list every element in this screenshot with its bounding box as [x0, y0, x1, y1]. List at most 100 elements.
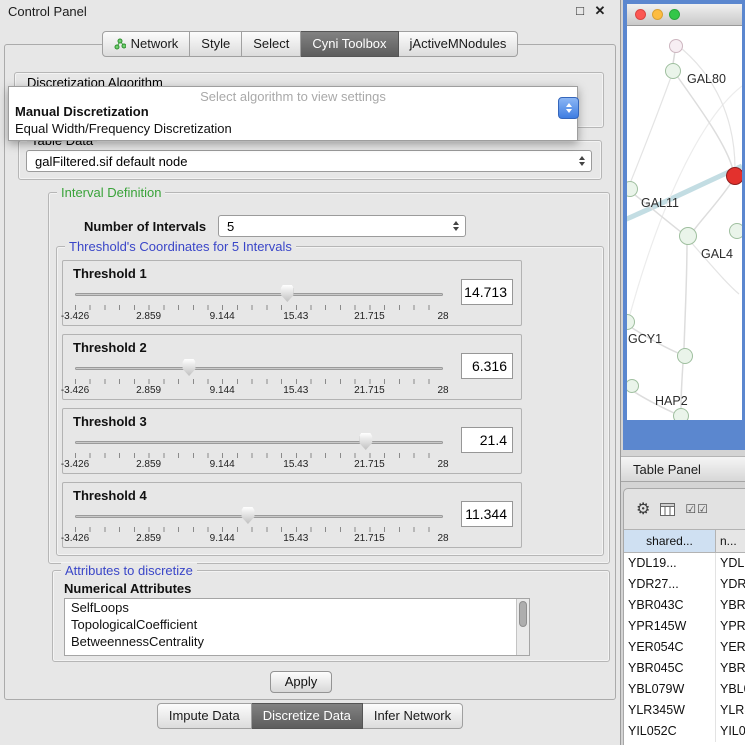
- table-row[interactable]: YLR345W YLR3...: [624, 700, 745, 721]
- table-row[interactable]: YPR145W YPR1...: [624, 616, 745, 637]
- cell[interactable]: YDL1...: [716, 553, 745, 574]
- apply-button[interactable]: Apply: [270, 671, 332, 693]
- close-icon[interactable]: ✕: [592, 3, 608, 19]
- float-window-icon[interactable]: □: [572, 3, 588, 18]
- close-traffic-light-icon[interactable]: [635, 9, 646, 20]
- table-row[interactable]: YDR27... YDR2...: [624, 574, 745, 595]
- select-all-icon[interactable]: ☑☑: [685, 502, 709, 516]
- network-node[interactable]: [729, 223, 742, 239]
- slider-track[interactable]: [75, 293, 443, 296]
- zoom-traffic-light-icon[interactable]: [669, 9, 680, 20]
- threshold-1-value-field[interactable]: 14.713: [461, 279, 513, 305]
- cell[interactable]: YBR045C: [624, 658, 716, 679]
- table-panel-header[interactable]: Table Panel: [621, 456, 745, 482]
- threshold-2-value-field[interactable]: 6.316: [461, 353, 513, 379]
- threshold-1-slider[interactable]: -3.426 2.859 9.144 15.43 21.715 28: [75, 289, 443, 325]
- slider-thumb[interactable]: [359, 433, 372, 450]
- threshold-4-value-field[interactable]: 11.344: [461, 501, 513, 527]
- list-scrollbar[interactable]: [516, 599, 529, 655]
- cell[interactable]: YDR27...: [624, 574, 716, 595]
- tab-infer-network-label: Infer Network: [374, 708, 451, 723]
- table-row[interactable]: YER054C YER0...: [624, 637, 745, 658]
- list-item[interactable]: BetweennessCentrality: [65, 633, 529, 650]
- cell[interactable]: YER054C: [624, 637, 716, 658]
- scale-label: -3.426: [61, 459, 89, 470]
- tab-style[interactable]: Style: [190, 31, 242, 57]
- threshold-2-slider[interactable]: -3.426 2.859 9.144 15.43 21.715 28: [75, 363, 443, 399]
- list-item[interactable]: SelfLoops: [65, 599, 529, 616]
- slider-track[interactable]: [75, 515, 443, 518]
- gear-icon[interactable]: ⚙: [636, 499, 650, 519]
- cell[interactable]: YIL0...: [716, 721, 745, 742]
- threshold-3-slider[interactable]: -3.426 2.859 9.144 15.43 21.715 28: [75, 437, 443, 473]
- number-of-intervals-stepper-icon[interactable]: [449, 221, 465, 231]
- column-header-shared-name[interactable]: shared...: [624, 530, 716, 552]
- network-node[interactable]: [677, 348, 693, 364]
- column-header-name[interactable]: n...: [716, 530, 745, 552]
- table-row[interactable]: YBR045C YBR0...: [624, 658, 745, 679]
- network-view-window: GAL80 GAL11 GAL4 GCY1 HAP2: [623, 0, 745, 450]
- attributes-group-title: Attributes to discretize: [61, 563, 197, 578]
- slider-thumb[interactable]: [183, 359, 196, 376]
- table-row[interactable]: YBL079W YBL0...: [624, 679, 745, 700]
- tab-discretize-data-label: Discretize Data: [263, 708, 351, 723]
- slider-ticks: [75, 527, 443, 532]
- cell[interactable]: YBL0...: [716, 679, 745, 700]
- tab-network-label: Network: [131, 36, 179, 51]
- threshold-4-slider[interactable]: -3.426 2.859 9.144 15.43 21.715 28: [75, 511, 443, 547]
- columns-icon[interactable]: [660, 503, 675, 516]
- list-item[interactable]: TopologicalCoefficient: [65, 616, 529, 633]
- tab-impute-data[interactable]: Impute Data: [157, 703, 252, 729]
- cell[interactable]: YER0...: [716, 637, 745, 658]
- slider-ticks: [75, 453, 443, 458]
- tab-jactivemnodules[interactable]: jActiveMNodules: [399, 31, 519, 57]
- network-node[interactable]: [679, 227, 697, 245]
- cell[interactable]: YPR1...: [716, 616, 745, 637]
- thresholds-group-title: Threshold's Coordinates for 5 Intervals: [65, 239, 296, 254]
- cell[interactable]: YBL079W: [624, 679, 716, 700]
- cell[interactable]: YDR2...: [716, 574, 745, 595]
- table-data-stepper-icon[interactable]: [575, 156, 591, 166]
- cell[interactable]: YLR345W: [624, 700, 716, 721]
- tab-select[interactable]: Select: [242, 31, 301, 57]
- table-row[interactable]: YIL052C YIL0...: [624, 721, 745, 742]
- slider-track[interactable]: [75, 367, 443, 370]
- tab-discretize-data[interactable]: Discretize Data: [252, 703, 363, 729]
- cell[interactable]: YPR145W: [624, 616, 716, 637]
- tab-network[interactable]: Network: [102, 31, 191, 57]
- scale-label: 21.715: [354, 385, 385, 396]
- network-node-selected[interactable]: [726, 167, 742, 185]
- network-canvas[interactable]: GAL80 GAL11 GAL4 GCY1 HAP2: [627, 26, 742, 420]
- tab-select-label: Select: [253, 36, 289, 51]
- slider-thumb[interactable]: [281, 285, 294, 302]
- cell[interactable]: YLR3...: [716, 700, 745, 721]
- network-node[interactable]: [673, 408, 689, 420]
- tab-infer-network[interactable]: Infer Network: [363, 703, 463, 729]
- scrollbar-thumb[interactable]: [519, 601, 527, 627]
- minimize-traffic-light-icon[interactable]: [652, 9, 663, 20]
- scale-label: -3.426: [61, 311, 89, 322]
- cell[interactable]: YIL052C: [624, 721, 716, 742]
- cell[interactable]: YBR0...: [716, 595, 745, 616]
- slider-track[interactable]: [75, 441, 443, 444]
- algorithm-option-equal-width[interactable]: Equal Width/Frequency Discretization: [9, 120, 577, 137]
- number-of-intervals-combobox[interactable]: 5: [218, 215, 466, 237]
- algorithm-combo-stepper-icon[interactable]: [558, 97, 579, 119]
- table-data-combobox[interactable]: galFiltered.sif default node: [26, 150, 592, 172]
- cell[interactable]: YBR0...: [716, 658, 745, 679]
- network-node[interactable]: [665, 63, 681, 79]
- cell[interactable]: YDL19...: [624, 553, 716, 574]
- scale-label: -3.426: [61, 385, 89, 396]
- table-header-row: shared... n...: [624, 529, 745, 553]
- network-node[interactable]: [669, 39, 683, 53]
- tab-cyni-toolbox[interactable]: Cyni Toolbox: [301, 31, 398, 57]
- attributes-listbox[interactable]: SelfLoops TopologicalCoefficient Between…: [64, 598, 530, 656]
- slider-thumb[interactable]: [241, 507, 254, 524]
- algorithm-option-manual[interactable]: Manual Discretization: [9, 103, 577, 120]
- threshold-1-label: Threshold 1: [73, 266, 147, 281]
- number-of-intervals-value: 5: [219, 219, 449, 234]
- table-row[interactable]: YDL19... YDL1...: [624, 553, 745, 574]
- cell[interactable]: YBR043C: [624, 595, 716, 616]
- threshold-3-value-field[interactable]: 21.4: [461, 427, 513, 453]
- table-row[interactable]: YBR043C YBR0...: [624, 595, 745, 616]
